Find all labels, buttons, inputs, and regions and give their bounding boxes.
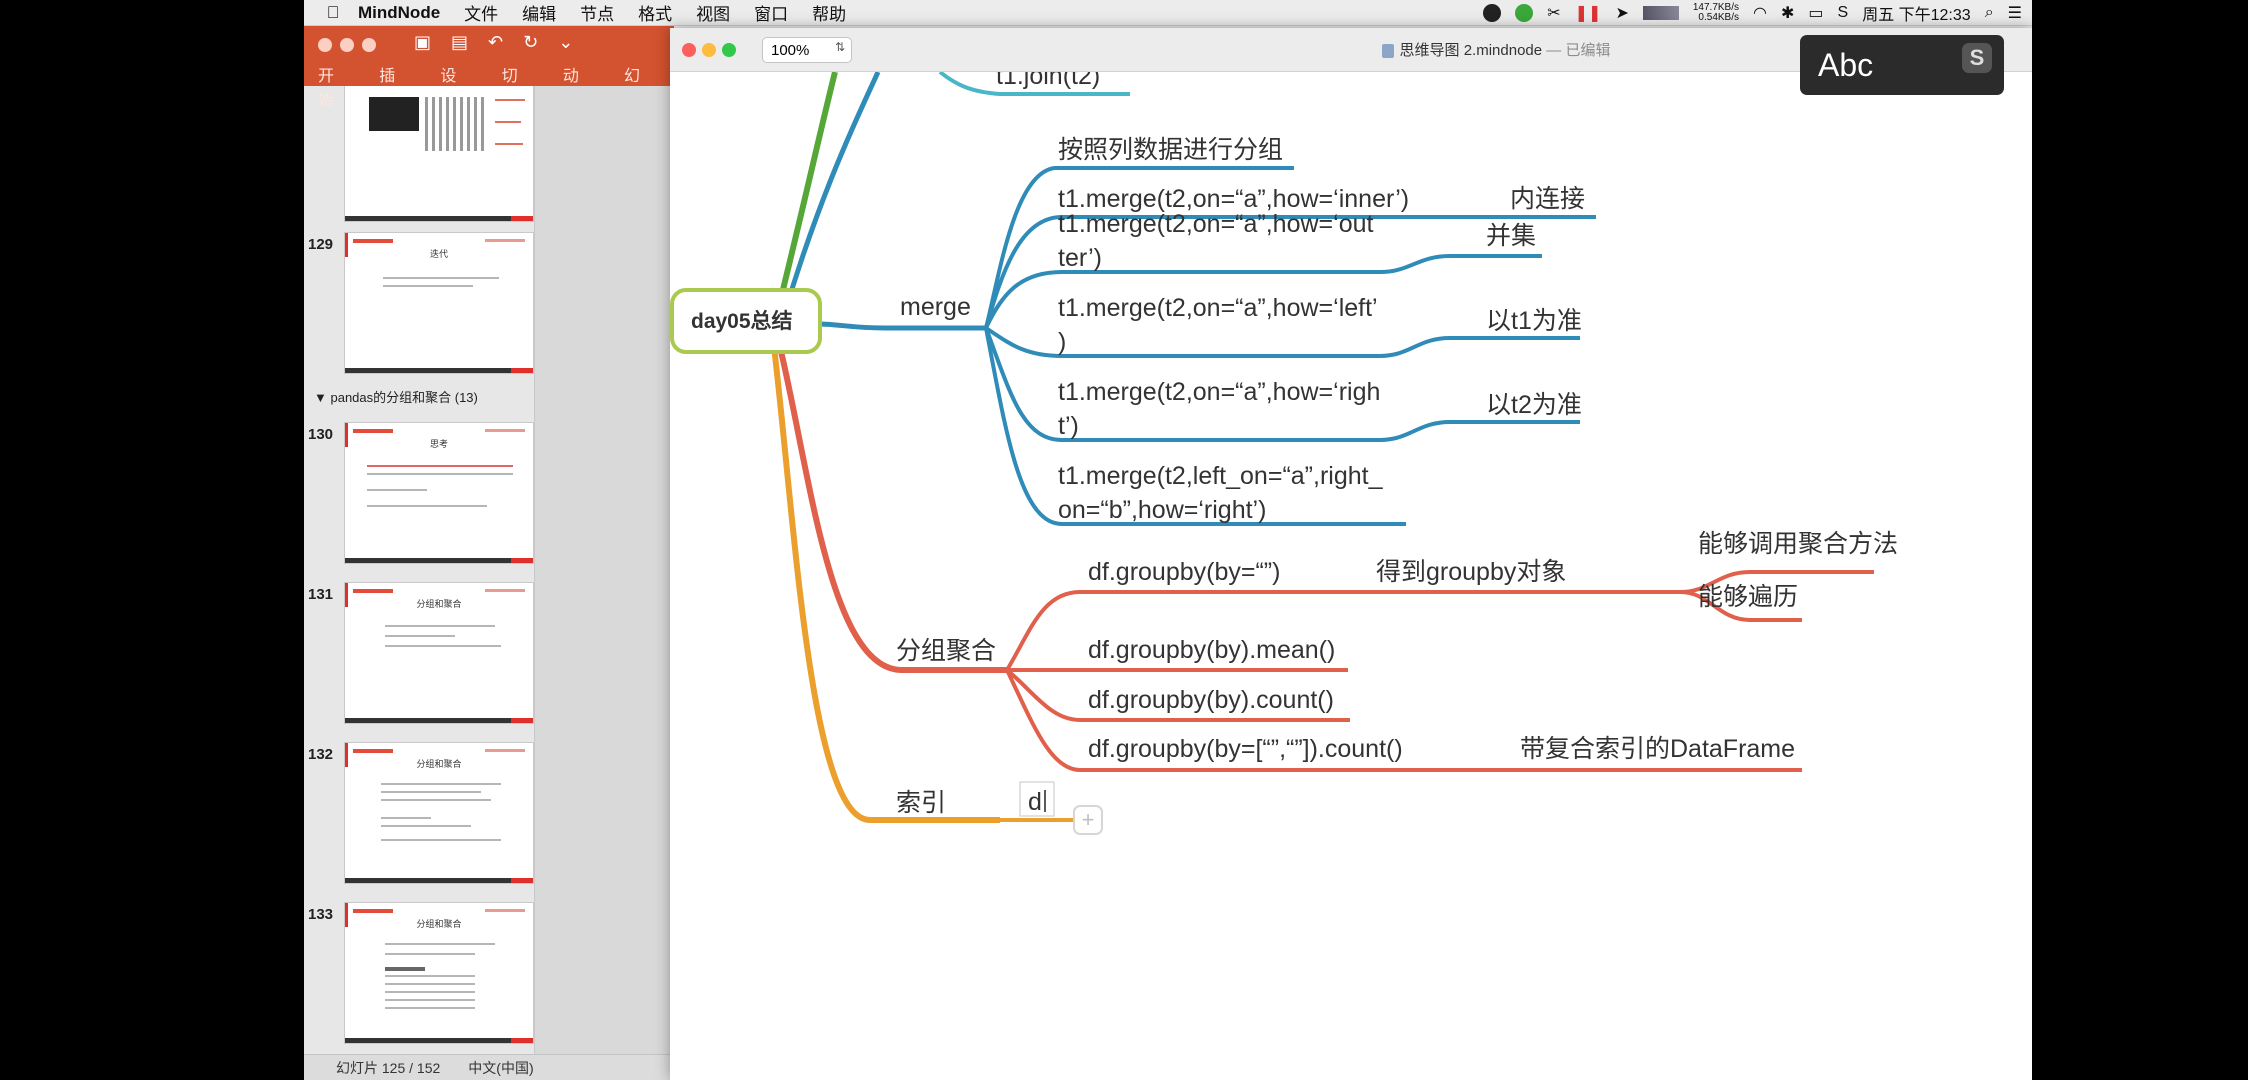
zoom-button[interactable] (362, 38, 376, 52)
index-connector (771, 346, 1000, 823)
list-icon[interactable]: ☰ (2008, 3, 2022, 23)
undo-icon[interactable]: ↶ (488, 32, 503, 53)
menu-help[interactable]: 帮助 (812, 0, 846, 25)
merge-child-4[interactable]: t1.merge(t2,on=“a”,how=‘left’) (1058, 294, 1378, 356)
upload-icon[interactable] (1515, 4, 1534, 22)
group-child-3[interactable]: df.groupby(by).count() (1088, 686, 1334, 714)
group-child-2[interactable]: df.groupby(by).mean() (1088, 636, 1335, 664)
merge-child-5[interactable]: t1.merge(t2,on=“a”,how=‘righ t’) (1058, 378, 1380, 440)
menu-edit[interactable]: 编辑 (522, 0, 556, 25)
group-node[interactable]: 分组聚合 (896, 637, 996, 665)
document-icon (1381, 44, 1394, 59)
menu-format[interactable]: 格式 (638, 0, 672, 25)
input-method-icon: S (1962, 43, 1992, 73)
slide-editor-area[interactable] (534, 86, 674, 1054)
slide-counter: 幻灯片 125 / 152 (336, 1059, 441, 1076)
merge-note-union[interactable]: 并集 (1486, 222, 1536, 250)
editing-node-text[interactable]: d (1028, 788, 1042, 816)
input-method-overlay: Abc S (1800, 35, 2004, 95)
join-node[interactable]: t1.join(t2) (996, 72, 1100, 90)
group-child-4[interactable]: df.groupby(by=[“”,“”]).count() (1088, 735, 1403, 763)
root-node[interactable]: day05总结 (691, 309, 793, 333)
merge-child-6[interactable]: t1.merge(t2,left_on=“a”,right_ on=“b”,how… (1058, 462, 1384, 524)
input-source-icon[interactable]: S (1838, 4, 1849, 22)
language-status[interactable]: 中文(中国) (468, 1058, 533, 1078)
mindmap: t1.join(t2) merge 按照列数据进行分组 t1.merge(t2,… (670, 72, 1898, 835)
bluetooth-icon[interactable]: ✱ (1781, 3, 1794, 23)
powerpoint-window: ▣ ▤ ↶ ↻ ⌄ 开始 插入 设计 切换 动画 幻 (304, 26, 674, 1080)
wifi-icon[interactable]: ◠ (1753, 3, 1767, 23)
subnote-iterate[interactable]: 能够遍历 (1698, 583, 1798, 611)
search-icon[interactable]: ⌕ (1985, 4, 1994, 22)
merge-note-right[interactable]: 以t2为准 (1486, 391, 1582, 419)
activity-graph-icon (1642, 6, 1679, 20)
slide-thumbnail-list[interactable]: 129 迭代 ▼ pandas的分组和聚合 (13) 130 思考 131 分组… (304, 86, 534, 1050)
merge-child-2[interactable]: t1.merge(t2,on=“a”,how=‘inner’) (1058, 185, 1409, 213)
close-button[interactable] (318, 38, 332, 52)
index-node[interactable]: 索引 (896, 789, 946, 817)
apple-menu-icon[interactable]:  (318, 3, 348, 23)
merge-note-inner[interactable]: 内连接 (1510, 185, 1585, 213)
menu-node[interactable]: 节点 (580, 0, 614, 25)
menu-view[interactable]: 视图 (696, 0, 730, 25)
menu-bar:  MindNode 文件 编辑 节点 格式 视图 窗口 帮助 ✂ ❚❚ ➤ 1… (304, 0, 2032, 26)
subnote-aggregate[interactable]: 能够调用聚合方法 (1698, 530, 1898, 558)
send-icon[interactable]: ➤ (1615, 3, 1628, 23)
group-connector (777, 346, 1007, 673)
clock[interactable]: 周五 下午12:33 (1862, 1, 1971, 25)
battery-icon[interactable]: ▭ (1808, 3, 1823, 23)
thumb-image (425, 97, 485, 151)
record-icon[interactable] (1483, 4, 1502, 22)
minimize-button[interactable] (340, 38, 354, 52)
merge-child-3[interactable]: t1.merge(t2,on=“a”,how=‘out ter’) (1058, 210, 1374, 272)
merge-note-left[interactable]: 以t1为准 (1486, 307, 1582, 335)
pause-icon[interactable]: ❚❚ (1575, 3, 1602, 23)
menu-file[interactable]: 文件 (464, 0, 498, 25)
thumb-image (369, 97, 419, 131)
ppt-quick-toolbar: ▣ ▤ ↶ ↻ ⌄ (414, 32, 573, 53)
group-note-multiindex[interactable]: 带复合索引的DataFrame (1520, 735, 1795, 763)
menu-window[interactable]: 窗口 (754, 0, 788, 25)
ppt-status-bar: 幻灯片 125 / 152 中文(中国) (304, 1054, 674, 1080)
screen:  MindNode 文件 编辑 节点 格式 视图 窗口 帮助 ✂ ❚❚ ➤ 1… (304, 0, 2032, 1080)
net-speed: 147.7KB/s 0.54KB/s (1692, 2, 1740, 23)
ppt-ribbon: ▣ ▤ ↶ ↻ ⌄ 开始 插入 设计 切换 动画 幻 (304, 26, 674, 109)
section-header[interactable]: ▼ pandas的分组和聚合 (13) (314, 387, 478, 406)
plus-icon: + (1082, 807, 1095, 832)
save-icon[interactable]: ▤ (451, 32, 468, 53)
sidebar-toggle-icon[interactable]: ▣ (414, 32, 431, 53)
groupby-object-note[interactable]: 得到groupby对象 (1376, 558, 1566, 586)
customize-icon[interactable]: ⌄ (558, 32, 573, 53)
mindmap-canvas[interactable]: t1.join(t2) merge 按照列数据进行分组 t1.merge(t2,… (670, 72, 2032, 1080)
merge-child-1[interactable]: 按照列数据进行分组 (1058, 136, 1283, 164)
redo-icon[interactable]: ↻ (523, 32, 538, 53)
merge-node[interactable]: merge (900, 293, 971, 321)
merge-connector (816, 321, 986, 331)
menu-app-name[interactable]: MindNode (358, 3, 440, 23)
scissors-icon[interactable]: ✂ (1547, 3, 1560, 23)
blue-top-branch (779, 72, 881, 323)
status-area: ✂ ❚❚ ➤ 147.7KB/s 0.54KB/s ◠ ✱ ▭ S 周五 下午12… (1483, 0, 2022, 26)
mindnode-window: 100% ⇅ 思维导图 2.mindnode — 已编辑 t1.join(t2) … (670, 28, 2032, 1080)
group-child-1[interactable]: df.groupby(by=“”) (1088, 558, 1280, 586)
